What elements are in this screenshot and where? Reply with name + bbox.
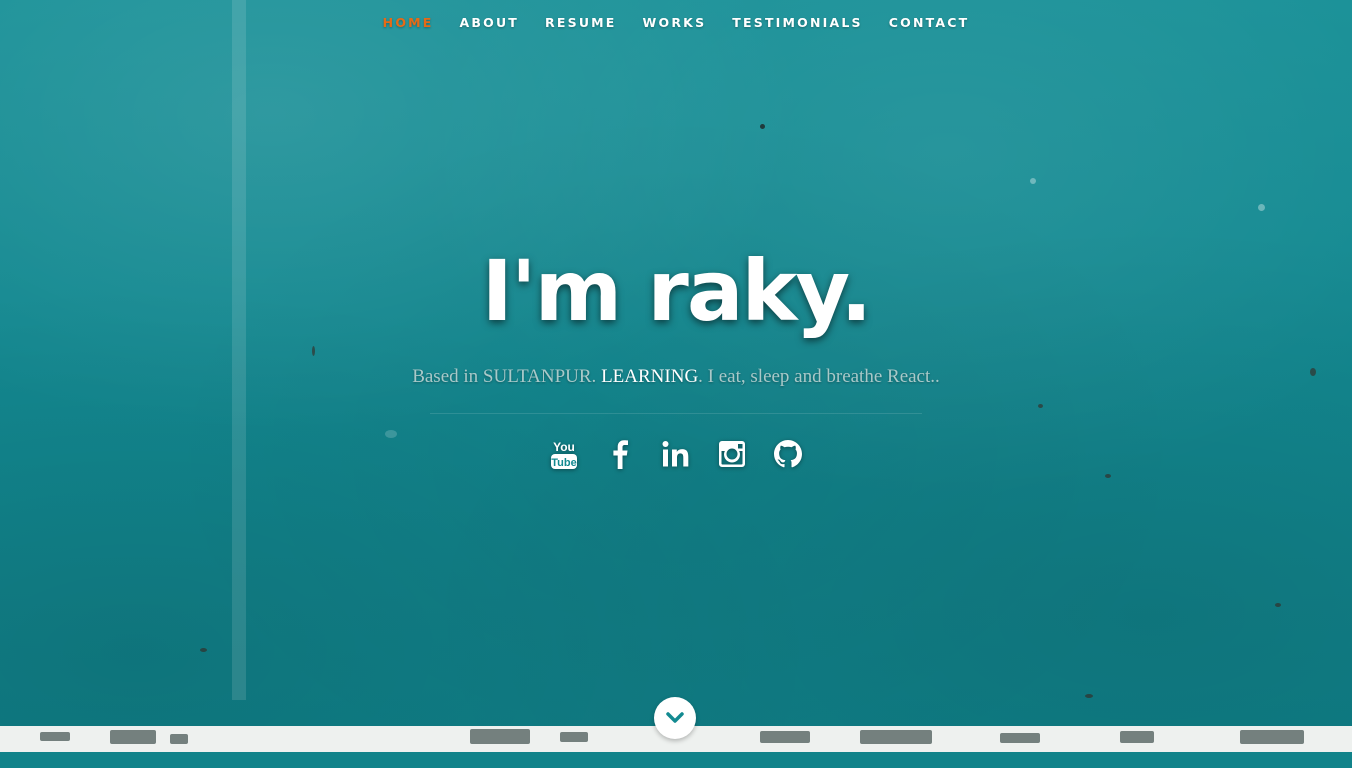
texture-speck xyxy=(1030,178,1036,184)
stripe-chip xyxy=(760,731,810,743)
scroll-down-button[interactable] xyxy=(654,697,696,739)
stripe-chip xyxy=(1120,731,1154,743)
social-links: You Tube xyxy=(0,436,1352,472)
stripe-chip xyxy=(170,734,188,744)
stripe-chip xyxy=(860,730,932,744)
nav-item-home[interactable]: HOME xyxy=(370,14,447,32)
texture-speck xyxy=(1275,603,1281,607)
stripe-chip xyxy=(40,732,70,741)
nav-item-works[interactable]: WORKS xyxy=(630,14,720,32)
hero-subtitle-suffix: . I eat, sleep and breathe React.. xyxy=(698,366,940,387)
main-nav: HOME ABOUT RESUME WORKS TESTIMONIALS CON… xyxy=(0,14,1352,32)
linkedin-link[interactable] xyxy=(659,436,693,472)
github-icon xyxy=(774,440,802,468)
facebook-icon xyxy=(613,440,628,469)
texture-speck xyxy=(1258,204,1265,211)
stripe-chip xyxy=(560,732,588,742)
github-link[interactable] xyxy=(771,436,805,472)
texture-streak xyxy=(232,0,246,700)
nav-item-about[interactable]: ABOUT xyxy=(447,14,533,32)
stripe-chip xyxy=(110,730,156,744)
texture-speck xyxy=(1038,404,1043,408)
facebook-link[interactable] xyxy=(603,436,637,472)
chevron-down-icon xyxy=(666,712,684,723)
instagram-link[interactable] xyxy=(715,436,749,472)
youtube-link[interactable]: You Tube xyxy=(547,436,581,472)
texture-speck xyxy=(312,346,315,356)
svg-text:Tube: Tube xyxy=(551,457,576,469)
linkedin-icon xyxy=(662,441,689,467)
nav-item-contact[interactable]: CONTACT xyxy=(876,14,983,32)
stripe-chip xyxy=(470,729,530,744)
stripe-chip xyxy=(1240,730,1304,744)
texture-speck xyxy=(200,648,207,652)
nav-item-testimonials[interactable]: TESTIMONIALS xyxy=(719,14,875,32)
instagram-icon xyxy=(719,441,745,467)
texture-speck xyxy=(1085,694,1093,698)
hero-subtitle: Based in SULTANPUR. LEARNING. I eat, sle… xyxy=(0,366,1352,388)
hero-divider xyxy=(430,413,922,414)
texture-speck xyxy=(760,124,765,129)
nav-item-resume[interactable]: RESUME xyxy=(532,14,630,32)
bottom-band xyxy=(0,752,1352,768)
svg-text:You: You xyxy=(553,440,575,454)
hero-title: I'm raky. xyxy=(481,242,873,340)
hero-subtitle-prefix: Based in SULTANPUR. xyxy=(412,366,602,387)
youtube-icon: You Tube xyxy=(551,440,577,469)
stripe-chip xyxy=(1000,733,1040,743)
hero-subtitle-highlight: LEARNING xyxy=(601,366,699,387)
texture-speck xyxy=(1105,474,1111,478)
